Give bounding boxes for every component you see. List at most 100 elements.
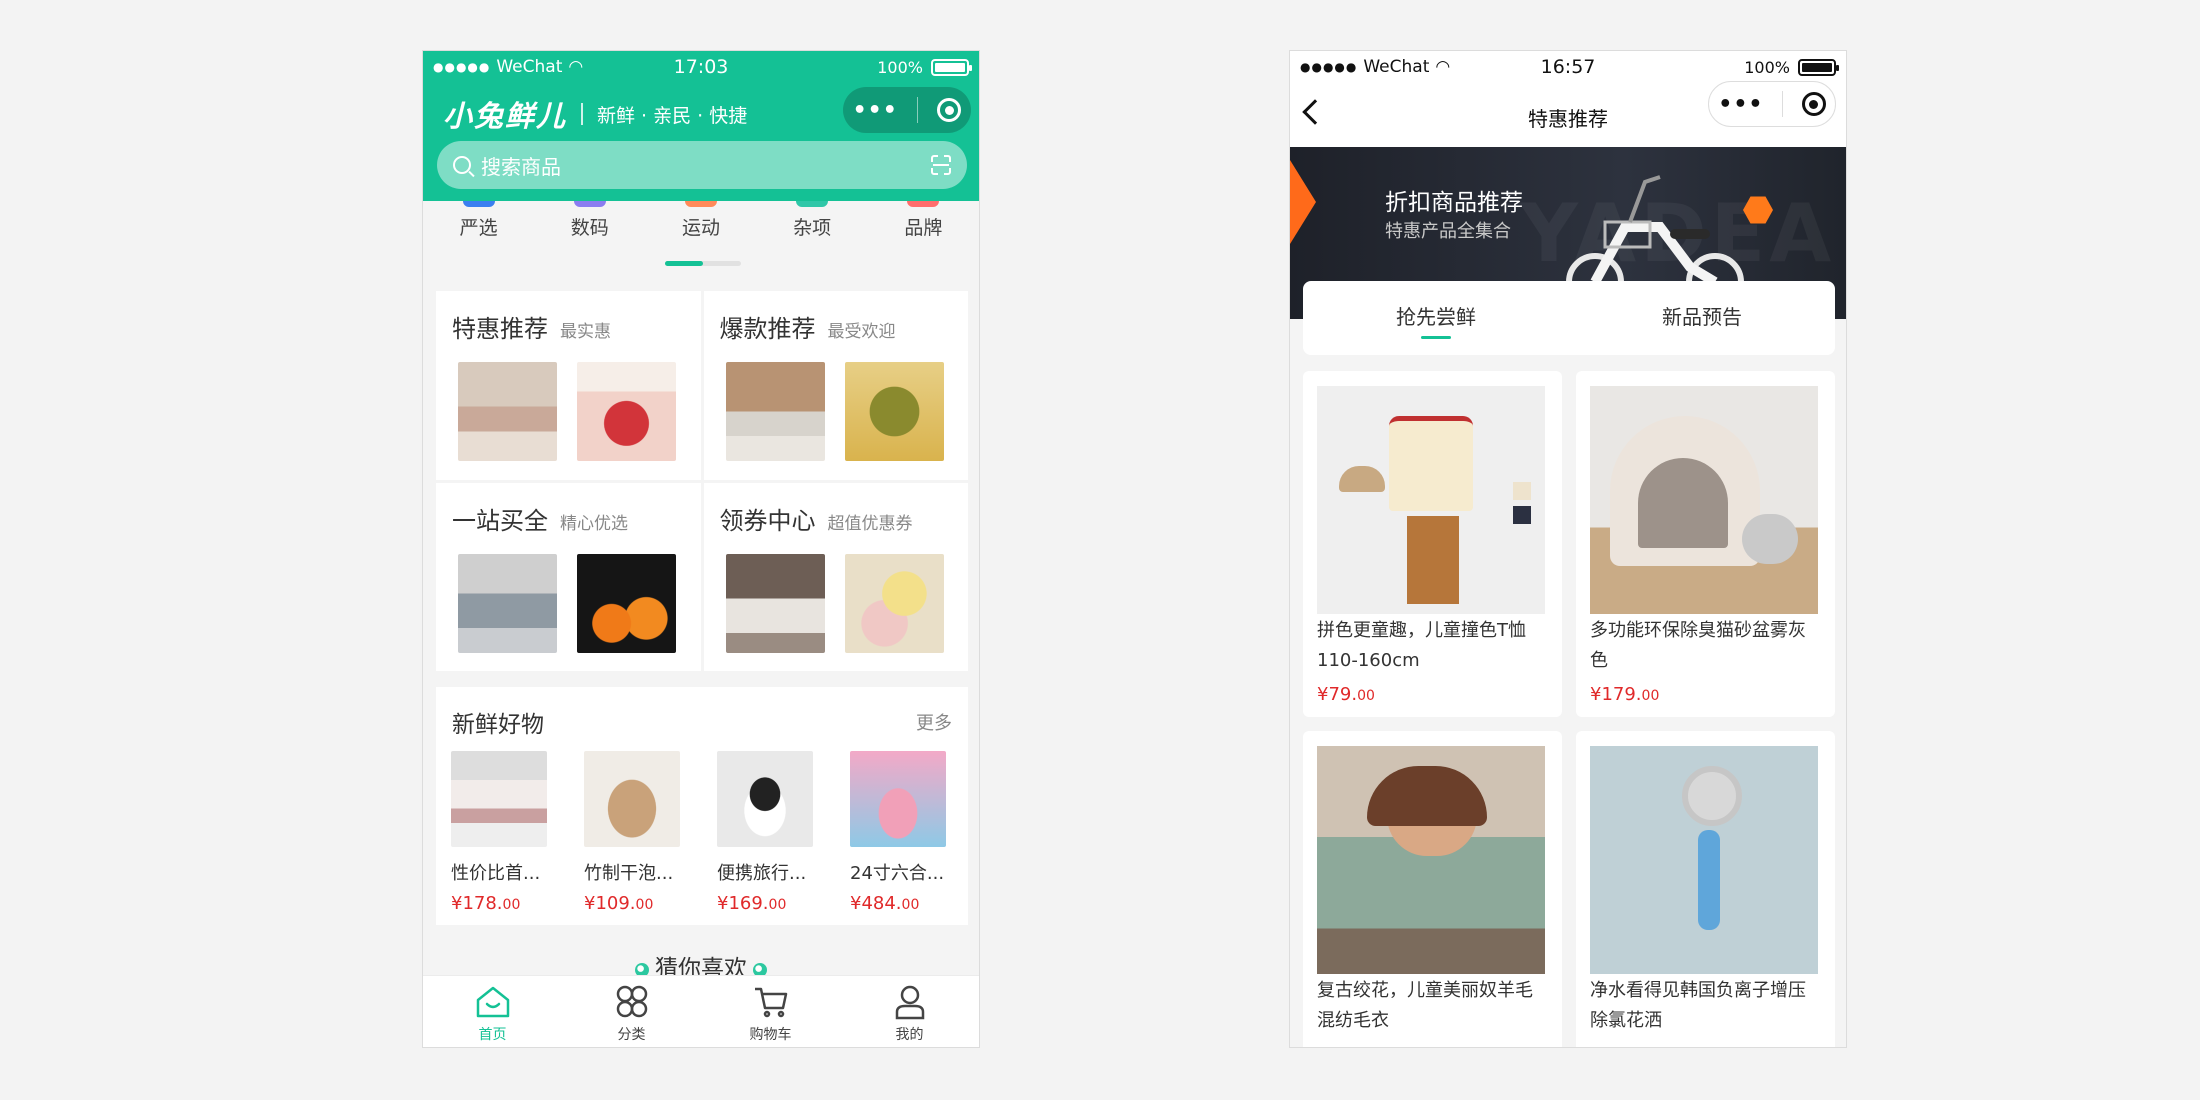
carrier-label: WeChat bbox=[1363, 57, 1430, 77]
product-name: 净水看得见韩国负离子增压除氯花洒 bbox=[1590, 980, 1806, 1031]
product-price: ¥179.00 bbox=[1590, 684, 1660, 705]
product-price: ¥484.00 bbox=[850, 893, 920, 914]
product-image bbox=[850, 751, 946, 847]
search-placeholder: 搜索商品 bbox=[481, 154, 561, 179]
tab-profile[interactable]: 我的 bbox=[840, 976, 979, 1047]
promo-title: 一站买全 bbox=[452, 506, 548, 535]
product-price: ¥109.00 bbox=[584, 893, 654, 914]
product-image[interactable] bbox=[844, 362, 944, 461]
category-item[interactable]: 杂项 bbox=[772, 201, 852, 271]
promo-subtitle: 最受欢迎 bbox=[827, 322, 896, 342]
product-card[interactable]: 24寸六合... ¥484.00 bbox=[850, 751, 946, 914]
more-icon[interactable]: ••• bbox=[1718, 92, 1763, 117]
wifi-icon: ◠ bbox=[568, 57, 584, 77]
promo-card[interactable]: 一站买全 精心优选 bbox=[436, 482, 701, 671]
promo-card[interactable]: 领券中心 超值优惠券 bbox=[703, 482, 968, 671]
profile-icon bbox=[895, 985, 924, 1020]
product-image bbox=[1590, 386, 1818, 614]
signal-icon: ●●●●● bbox=[433, 60, 491, 74]
product-image bbox=[1590, 746, 1818, 974]
tab-new-preview[interactable]: 新品预告 bbox=[1569, 281, 1835, 355]
banner-decoration bbox=[1290, 147, 1316, 257]
product-name: 24寸六合... bbox=[850, 863, 945, 884]
miniprogram-capsule: ••• bbox=[843, 87, 971, 133]
more-icon[interactable]: ••• bbox=[853, 98, 898, 123]
product-image[interactable] bbox=[577, 362, 676, 461]
category-item[interactable]: 数码 bbox=[550, 201, 630, 271]
promo-card[interactable]: 特惠推荐 最实惠 bbox=[436, 291, 701, 480]
product-image bbox=[584, 751, 680, 847]
product-image[interactable] bbox=[577, 553, 676, 653]
battery-icon bbox=[931, 58, 972, 76]
bottom-tabbar: 首页 分类 购物车 我的 bbox=[423, 975, 979, 1047]
battery-icon bbox=[1798, 58, 1839, 76]
sub-tabs: 抢先尝鲜 新品预告 bbox=[1303, 281, 1835, 355]
product-price: ¥178.00 bbox=[451, 893, 521, 914]
product-price: ¥79.00 bbox=[1317, 684, 1375, 705]
product-card[interactable]: 多功能环保除臭猫砂盆雾灰色 ¥179.00 bbox=[1576, 371, 1835, 717]
product-image bbox=[1317, 386, 1545, 614]
promo-subtitle: 最实惠 bbox=[560, 322, 611, 342]
carrier-label: WeChat bbox=[496, 57, 563, 77]
product-image bbox=[451, 751, 547, 847]
home-screen: ●●●●● WeChat ◠ 17:03 100% 小兔鲜儿 新鲜 · 亲民 · 快… bbox=[422, 50, 980, 1048]
product-image[interactable] bbox=[725, 362, 825, 461]
wifi-icon: ◠ bbox=[1435, 57, 1451, 77]
product-image bbox=[1317, 746, 1545, 974]
product-name: 多功能环保除臭猫砂盆雾灰色 bbox=[1590, 620, 1806, 671]
brand: 小兔鲜儿 新鲜 · 亲民 · 快捷 bbox=[443, 93, 747, 135]
app-slogan: 新鲜 · 亲民 · 快捷 bbox=[597, 104, 748, 127]
category-item[interactable]: 品牌 bbox=[883, 201, 963, 271]
status-time: 17:03 bbox=[673, 56, 729, 78]
promo-card[interactable]: 爆款推荐 最受欢迎 bbox=[703, 291, 968, 480]
close-miniprogram-icon[interactable] bbox=[937, 98, 962, 122]
signal-icon: ●●●●● bbox=[1300, 60, 1358, 74]
product-card[interactable]: 复古绞花，儿童美丽奴羊毛混纺毛衣 bbox=[1303, 731, 1562, 1047]
product-image[interactable] bbox=[458, 553, 557, 653]
battery-percent: 100% bbox=[1744, 57, 1790, 77]
tab-try-fresh[interactable]: 抢先尝鲜 bbox=[1303, 281, 1569, 355]
search-icon bbox=[453, 156, 471, 174]
close-miniprogram-icon[interactable] bbox=[1801, 92, 1826, 116]
promo-title: 领券中心 bbox=[719, 506, 816, 535]
product-price: ¥169.00 bbox=[717, 893, 787, 914]
tab-category[interactable]: 分类 bbox=[562, 976, 701, 1047]
miniprogram-capsule: ••• bbox=[1708, 81, 1836, 127]
promo-title: 爆款推荐 bbox=[719, 315, 816, 343]
product-card[interactable]: 净水看得见韩国负离子增压除氯花洒 bbox=[1576, 731, 1835, 1047]
category-page-indicator bbox=[665, 261, 741, 266]
app-logo: 小兔鲜儿 bbox=[443, 99, 568, 133]
section-title: 新鲜好物 bbox=[452, 712, 544, 738]
scan-icon[interactable] bbox=[931, 155, 951, 175]
more-link[interactable]: 更多 bbox=[916, 709, 952, 735]
tab-cart[interactable]: 购物车 bbox=[701, 976, 840, 1047]
navigation-bar: 特惠推荐 ••• bbox=[1290, 81, 1846, 147]
tab-home[interactable]: 首页 bbox=[423, 976, 562, 1047]
product-image[interactable] bbox=[725, 553, 825, 653]
product-name: 复古绞花，儿童美丽奴羊毛混纺毛衣 bbox=[1317, 980, 1533, 1031]
product-card[interactable]: 拼色更童趣，儿童撞色T恤110-160cm ¥79.00 bbox=[1303, 371, 1562, 717]
product-image[interactable] bbox=[844, 553, 944, 653]
battery-percent: 100% bbox=[877, 57, 923, 77]
product-name: 性价比首... bbox=[451, 863, 541, 884]
status-bar: ●●●●● WeChat ◠ 17:03 100% bbox=[423, 51, 979, 83]
product-image bbox=[717, 751, 813, 847]
product-name: 拼色更童趣，儿童撞色T恤110-160cm bbox=[1317, 620, 1526, 671]
product-card[interactable]: 竹制干泡... ¥109.00 bbox=[584, 751, 680, 914]
product-name: 便携旅行... bbox=[717, 863, 807, 884]
product-card[interactable]: 性价比首... ¥178.00 bbox=[451, 751, 547, 914]
banner-title: 折扣商品推荐 bbox=[1385, 190, 1523, 216]
goods-grid: 拼色更童趣，儿童撞色T恤110-160cm ¥79.00 多功能环保除臭猫砂盆雾… bbox=[1303, 371, 1835, 1047]
promo-subtitle: 精心优选 bbox=[560, 513, 628, 534]
product-card[interactable]: 便携旅行... ¥169.00 bbox=[717, 751, 813, 914]
promo-grid: 特惠推荐 最实惠 爆款推荐 最受欢迎 一站买全 精心优选 领券中心 超值优惠券 bbox=[436, 291, 968, 671]
category-item[interactable]: 严选 bbox=[439, 201, 519, 271]
cart-icon bbox=[754, 987, 787, 1018]
promo-title: 特惠推荐 bbox=[452, 315, 548, 343]
status-time: 16:57 bbox=[1540, 56, 1596, 78]
search-input[interactable]: 搜索商品 bbox=[437, 141, 967, 189]
product-image[interactable] bbox=[458, 362, 557, 461]
promo-subtitle: 超值优惠券 bbox=[827, 513, 913, 534]
category-icon bbox=[616, 985, 647, 1018]
status-bar: ●●●●● WeChat ◠ 16:57 100% bbox=[1290, 51, 1846, 83]
